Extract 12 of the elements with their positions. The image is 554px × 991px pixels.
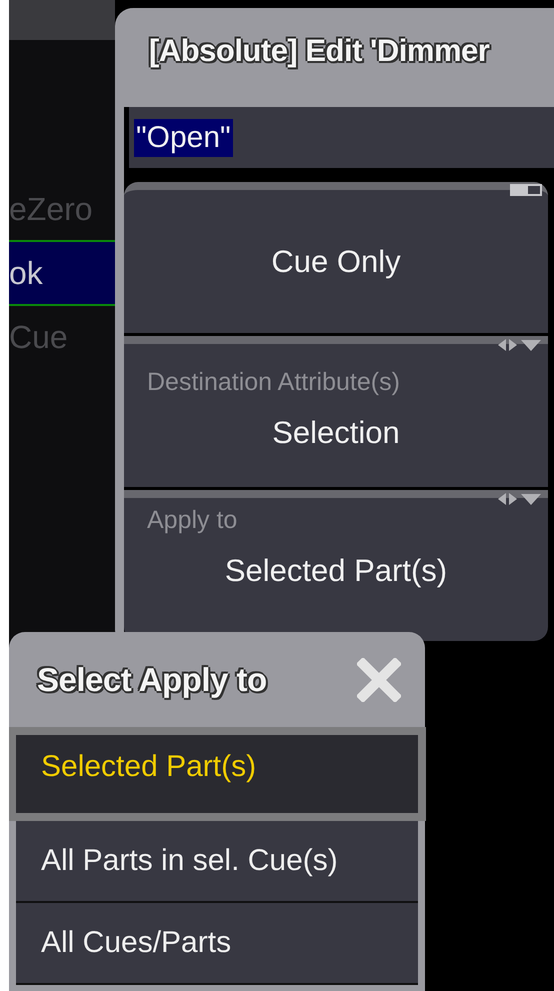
option-button[interactable]: Apply to Selected Part(s)	[124, 490, 548, 641]
list-row[interactable]: ok	[9, 240, 115, 306]
option-button[interactable]: Cue Only	[124, 182, 548, 333]
arrows-icon	[498, 492, 542, 506]
arrows-icon	[498, 338, 542, 352]
toggle-icon	[510, 184, 542, 196]
dialog-title: [Absolute] Edit 'Dimmer	[149, 32, 490, 68]
input-field[interactable]: "Open"	[127, 107, 554, 168]
list-item[interactable]: Selected Part(s)	[9, 727, 426, 821]
option-button[interactable]: Destination Attribute(s) Selection	[124, 336, 548, 487]
popup-title: Select Apply to	[37, 660, 267, 698]
close-icon[interactable]	[357, 658, 401, 702]
